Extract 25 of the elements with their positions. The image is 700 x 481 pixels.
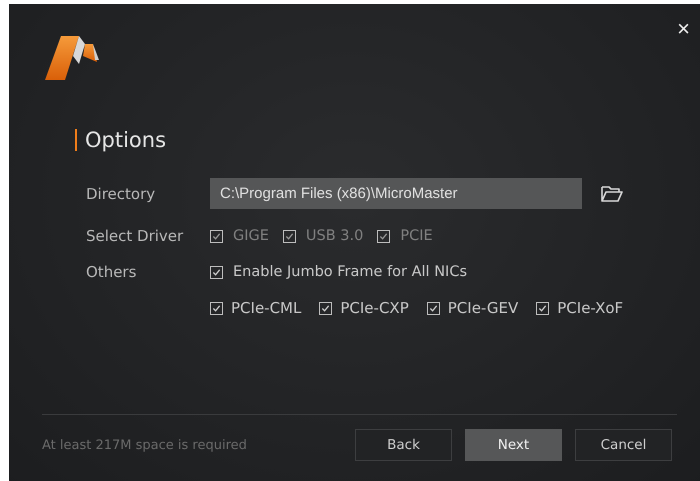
checkbox[interactable] [319,302,332,314]
field-label: Others [86,263,138,281]
checkbox-label: PCIe-XoF [557,299,624,317]
checkbox[interactable] [426,302,440,314]
checkbox-label: GIGE [233,228,269,244]
checkbox-label: PCIE [400,228,433,244]
folder-icon[interactable] [600,184,624,204]
checkbox-label: Enable Jumbo Frame for All NICs [233,264,467,280]
directory-field[interactable]: C:\Program Files (x86)\MicroMaster [210,178,582,209]
field-label: Directory [86,184,156,202]
checkbox[interactable] [210,266,223,278]
checkbox[interactable] [536,302,550,314]
checkbox-label: PCIe-GEV [448,299,518,317]
close-button[interactable]: × [673,18,694,40]
checkbox-label: PCIe-CML [231,299,302,317]
field-label: Select Driver [86,227,184,245]
next-button[interactable]: Next [465,429,562,461]
logo-icon [43,34,101,82]
dialog-button[interactable]: Back [355,429,452,461]
section-title: Options [85,128,166,152]
footer-note: At least 217M space is required [42,438,248,452]
checkbox[interactable] [210,302,223,314]
dialog-button[interactable]: Cancel [575,429,672,461]
checkbox-label: PCIe-CXP [340,299,409,317]
checkbox-label: USB 3.0 [306,228,364,244]
